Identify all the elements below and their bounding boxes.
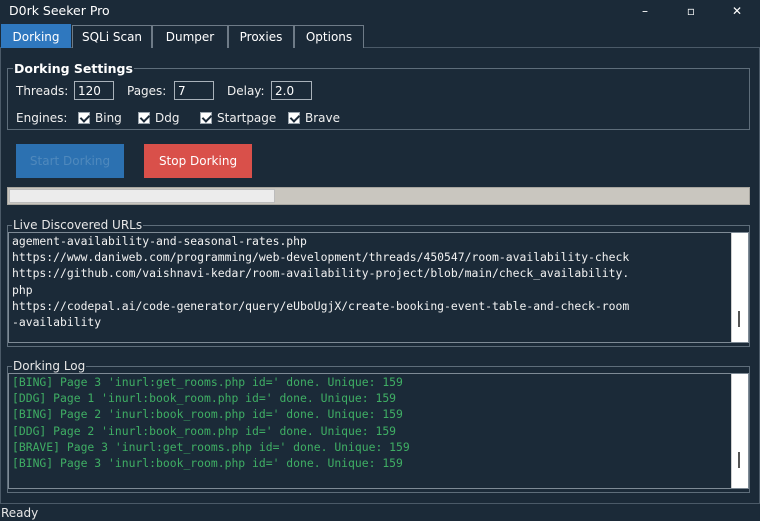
url-line: php [12,282,33,297]
url-line: agement-availability-and-seasonal-rates.… [12,234,307,248]
close-icon: ✕ [731,4,743,18]
dorking-log-textarea[interactable]: [BING] Page 3 'inurl:get_rooms.php id=' … [8,373,749,489]
start-dorking-button[interactable]: Start Dorking [16,144,124,178]
tab-dumper[interactable]: Dumper [152,25,228,48]
maximize-icon: ▫ [686,4,696,18]
engine-brave-checkbox[interactable]: Brave [288,111,340,125]
engine-startpage-checkbox[interactable]: Startpage [200,111,276,125]
tab-bar: Dorking SQLi Scan Dumper Proxies Options [0,24,760,48]
engine-ddg-label: Ddg [155,111,180,125]
engine-brave-label: Brave [305,111,341,125]
live-urls-textarea[interactable]: agement-availability-and-seasonal-rates.… [8,232,749,343]
tab-sqli-scan[interactable]: SQLi Scan [72,25,152,48]
log-line: [DDG] Page 1 'inurl:book_room.php id=' d… [12,391,397,406]
urls-scrollbar-thumb[interactable] [738,311,740,327]
delay-label: Delay: [227,84,265,98]
log-line: [BING] Page 3 'inurl:book_room.php id=' … [12,456,403,471]
log-line: [DDG] Page 2 'inurl:book_room.php id=' d… [12,423,397,438]
minimize-button[interactable]: – [622,0,668,22]
log-line: [BING] Page 3 'inurl:get_rooms.php id=' … [12,375,403,389]
title-bar: D0rk Seeker Pro – ▫ ✕ [0,0,760,22]
log-scrollbar[interactable] [731,374,748,488]
url-line: -availability [12,315,102,330]
delay-input[interactable] [271,81,312,100]
engine-bing-checkbox[interactable]: Bing [78,111,122,125]
urls-scrollbar[interactable] [731,233,748,342]
log-scrollbar-thumb[interactable] [738,452,740,468]
engine-ddg-checkbox[interactable]: Ddg [138,111,179,125]
stop-dorking-button[interactable]: Stop Dorking [144,144,252,178]
pages-input[interactable] [174,81,214,100]
live-urls-title: Live Discovered URLs [12,218,144,232]
maximize-button[interactable]: ▫ [668,0,714,22]
dorking-log-title: Dorking Log [12,359,87,373]
checkbox-checked-icon [78,112,90,124]
checkbox-checked-icon [200,112,212,124]
close-button[interactable]: ✕ [714,0,760,22]
progress-fill [9,189,275,203]
dorking-settings-title: Dorking Settings [13,61,134,76]
url-line: https://www.daniweb.com/programming/web-… [12,250,630,265]
log-line: [BRAVE] Page 3 'inurl:get_rooms.php id='… [12,439,410,454]
minimize-icon: – [642,4,648,18]
progress-bar [7,187,750,205]
threads-input[interactable] [74,81,114,100]
status-text: Ready [1,506,39,520]
url-line: https://codepal.ai/code-generator/query/… [12,298,630,313]
pages-label: Pages: [127,84,167,98]
log-line: [BING] Page 2 'inurl:book_room.php id=' … [12,407,403,422]
engines-label: Engines: [16,111,68,125]
checkbox-checked-icon [138,112,150,124]
status-bar: Ready [0,504,760,521]
engine-startpage-label: Startpage [217,111,277,125]
engine-bing-label: Bing [95,111,122,125]
url-line: https://github.com/vaishnavi-kedar/room-… [12,266,630,281]
tab-options[interactable]: Options [294,25,364,48]
checkbox-checked-icon [288,112,300,124]
window-title: D0rk Seeker Pro [9,3,110,18]
tab-dorking[interactable]: Dorking [1,24,71,48]
threads-label: Threads: [16,84,69,98]
tab-proxies[interactable]: Proxies [228,25,294,48]
